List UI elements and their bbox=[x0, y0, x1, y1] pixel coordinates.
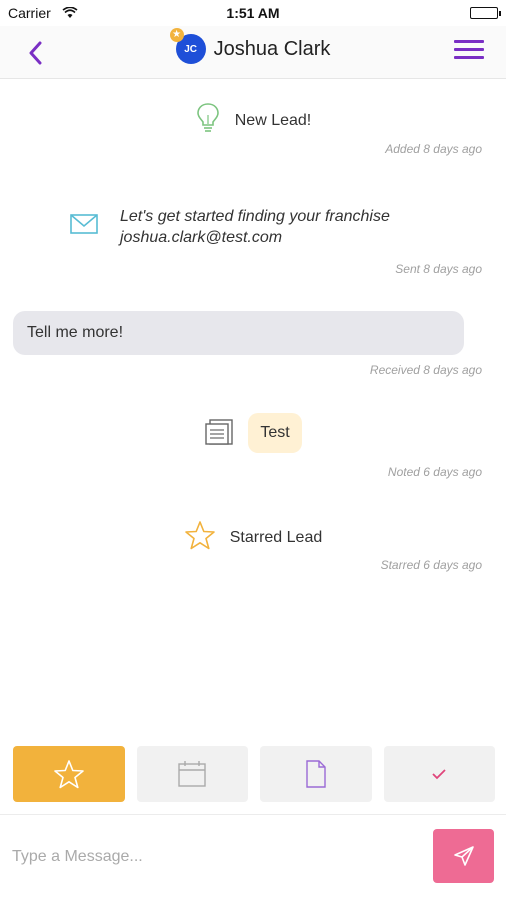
message-input[interactable] bbox=[12, 845, 412, 869]
note-action-button[interactable] bbox=[260, 746, 372, 802]
message-bubble[interactable]: Tell me more! bbox=[13, 311, 464, 355]
event-timestamp: Added 8 days ago bbox=[385, 142, 482, 156]
activity-timeline: New Lead! Added 8 days ago Let's get sta… bbox=[0, 80, 506, 730]
event-timestamp: Starred 6 days ago bbox=[380, 558, 482, 572]
avatar[interactable]: ★ JC bbox=[169, 28, 206, 64]
send-button[interactable] bbox=[433, 829, 494, 883]
star-icon bbox=[184, 520, 216, 555]
nav-bar: ★ JC Joshua Clark bbox=[0, 26, 506, 79]
document-icon bbox=[204, 416, 234, 451]
menu-button[interactable] bbox=[454, 40, 484, 66]
starred-badge-icon: ★ bbox=[169, 28, 184, 42]
send-icon bbox=[453, 846, 474, 866]
avatar-initials: JC bbox=[184, 43, 198, 55]
note-bubble[interactable]: Test bbox=[248, 413, 302, 453]
checkmark-icon bbox=[432, 769, 446, 780]
email-address: joshua.clark@test.com bbox=[120, 229, 283, 246]
timeline-event-starred: Starred Lead Starred 6 days ago bbox=[0, 520, 506, 572]
star-action-button[interactable] bbox=[13, 746, 125, 802]
lightbulb-icon bbox=[195, 102, 221, 139]
calendar-action-button[interactable] bbox=[136, 746, 248, 802]
battery-icon bbox=[470, 7, 501, 19]
contact-header: ★ JC Joshua Clark bbox=[0, 28, 506, 64]
event-timestamp: Sent 8 days ago bbox=[395, 262, 482, 276]
action-toolbar bbox=[13, 746, 495, 802]
hamburger-icon bbox=[454, 40, 484, 59]
clock: 1:51 AM bbox=[226, 5, 280, 21]
calendar-icon bbox=[178, 761, 206, 787]
timeline-event-new-lead: New Lead! Added 8 days ago bbox=[0, 102, 506, 156]
star-icon bbox=[53, 760, 84, 789]
document-icon bbox=[306, 760, 326, 788]
page-title: Joshua Clark bbox=[213, 37, 331, 60]
status-bar: Carrier 1:51 AM bbox=[0, 0, 506, 26]
envelope-icon bbox=[70, 214, 98, 239]
email-subject: Let's get started finding your franchise bbox=[120, 208, 390, 225]
event-timestamp: Received 8 days ago bbox=[369, 363, 482, 377]
task-action-button[interactable] bbox=[383, 746, 495, 802]
event-text: Starred Lead bbox=[229, 528, 323, 546]
event-timestamp: Noted 6 days ago bbox=[387, 465, 482, 479]
timeline-event-note: Test Noted 6 days ago bbox=[0, 413, 506, 479]
event-text: New Lead! bbox=[234, 111, 312, 129]
message-composer bbox=[0, 814, 506, 900]
